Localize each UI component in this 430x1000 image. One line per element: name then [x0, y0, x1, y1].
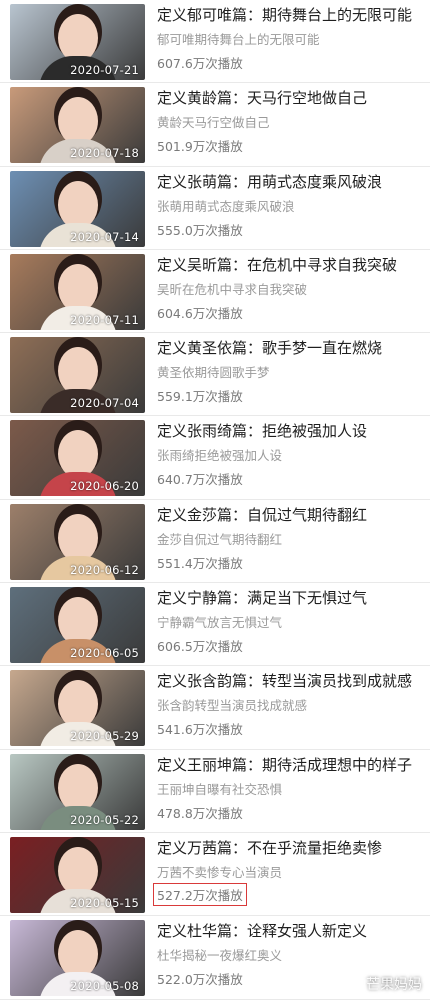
- video-subtitle: 郁可唯期待舞台上的无限可能: [157, 32, 320, 47]
- watermark: 芒果妈妈: [366, 977, 422, 993]
- person-head-icon: [57, 930, 98, 979]
- video-title[interactable]: 定义黄龄篇：天马行空地做自己: [157, 87, 426, 108]
- video-title[interactable]: 定义万茜篇：不在乎流量拒绝卖惨: [157, 837, 426, 858]
- upload-date: 2020-05-29: [70, 729, 139, 744]
- video-thumbnail[interactable]: 2020-07-18: [10, 87, 145, 164]
- view-count: 527.2万次播放: [153, 882, 247, 906]
- video-title[interactable]: 定义张萌篇：用萌式态度乘风破浪: [157, 171, 426, 192]
- person-head-icon: [57, 680, 98, 729]
- video-title[interactable]: 定义王丽坤篇：期待活成理想中的样子: [157, 754, 426, 775]
- video-subtitle: 万茜不卖惨专心当演员: [157, 864, 283, 880]
- list-item[interactable]: 2020-05-15 定义万茜篇：不在乎流量拒绝卖惨万茜不卖惨专心当演员 527.2…: [0, 833, 430, 917]
- list-item[interactable]: 2020-07-21 定义郁可唯篇：期待舞台上的无限可能郁可唯期待舞台上的无限可能…: [0, 0, 430, 84]
- video-subtitle: 张含韵转型当演员找成就感: [157, 698, 308, 714]
- upload-date: 2020-07-21: [70, 63, 139, 77]
- list-item[interactable]: 2020-06-20 定义张雨绮篇：拒绝被强加人设张雨绮拒绝被强加人设 640.7万…: [0, 416, 430, 500]
- upload-date: 2020-06-12: [70, 562, 139, 577]
- video-thumbnail[interactable]: 2020-06-20: [10, 420, 145, 497]
- video-subtitle: 宁静霸气放言无惧过气: [157, 615, 283, 631]
- view-count: 551.4万次播放: [157, 555, 243, 571]
- video-thumbnail[interactable]: 2020-06-05: [10, 587, 145, 664]
- list-item[interactable]: 2020-07-14 定义张萌篇：用萌式态度乘风破浪张萌用萌式态度乘风破浪 555.…: [0, 167, 430, 250]
- video-thumbnail[interactable]: 2020-05-15: [10, 836, 145, 913]
- upload-date: 2020-07-14: [70, 229, 139, 244]
- upload-date: 2020-06-20: [70, 479, 139, 494]
- video-thumbnail[interactable]: 2020-07-14: [10, 170, 145, 247]
- view-count: 640.7万次播放: [157, 472, 243, 488]
- upload-date: 2020-07-18: [70, 146, 139, 161]
- video-subtitle: 张雨绮拒绝被强加人设: [157, 448, 283, 464]
- video-subtitle: 吴昕在危机中寻求自我突破: [157, 281, 308, 297]
- view-count: 541.6万次播放: [157, 722, 243, 738]
- view-count: 501.9万次播放: [157, 139, 243, 155]
- video-subtitle: 金莎自侃过气期待翻红: [157, 531, 283, 547]
- list-item[interactable]: 2020-06-05 定义宁静篇：满足当下无惧过气宁静霸气放言无惧过气 606.5万…: [0, 583, 430, 667]
- upload-date: 2020-07-11: [70, 312, 139, 327]
- person-head-icon: [57, 597, 98, 646]
- person-head-icon: [57, 263, 98, 312]
- person-head-icon: [57, 513, 98, 562]
- video-subtitle: 张萌用萌式态度乘风破浪: [157, 198, 295, 214]
- person-head-icon: [57, 180, 98, 229]
- list-item[interactable]: 2020-06-12 定义金莎篇：自侃过气期待翻红金莎自侃过气期待翻红 551.4万…: [0, 500, 430, 584]
- video-thumbnail[interactable]: 2020-07-21: [10, 4, 145, 80]
- video-title[interactable]: 定义郁可唯篇：期待舞台上的无限可能: [157, 4, 426, 25]
- video-subtitle: 杜华揭秘一夜爆红奥义: [157, 948, 283, 964]
- video-subtitle: 黄龄天马行空做自己: [157, 115, 270, 131]
- upload-date: 2020-07-04: [70, 396, 139, 411]
- list-item[interactable]: 2020-07-04 定义黄圣依篇：歌手梦一直在燃烧黄圣依期待圆歌手梦 559.1万…: [0, 333, 430, 417]
- person-head-icon: [57, 846, 98, 895]
- video-thumbnail[interactable]: 2020-06-12: [10, 503, 145, 580]
- video-title[interactable]: 定义宁静篇：满足当下无惧过气: [157, 587, 426, 608]
- view-count: 607.6万次播放: [157, 56, 243, 71]
- video-title[interactable]: 定义张雨绮篇：拒绝被强加人设: [157, 420, 426, 441]
- video-title[interactable]: 定义金莎篇：自侃过气期待翻红: [157, 504, 426, 525]
- video-thumbnail[interactable]: 2020-07-04: [10, 337, 145, 414]
- video-title[interactable]: 定义张含韵篇：转型当演员找到成就感: [157, 670, 426, 691]
- person-head-icon: [57, 763, 98, 812]
- video-thumbnail[interactable]: 2020-05-22: [10, 753, 145, 830]
- person-head-icon: [57, 97, 98, 146]
- video-thumbnail[interactable]: 2020-07-11: [10, 253, 145, 330]
- upload-date: 2020-05-22: [70, 812, 139, 827]
- view-count: 555.0万次播放: [157, 222, 243, 238]
- video-subtitle: 王丽坤自曝有社交恐惧: [157, 781, 283, 797]
- video-title[interactable]: 定义吴昕篇：在危机中寻求自我突破: [157, 254, 426, 275]
- list-item[interactable]: 2020-05-22 定义王丽坤篇：期待活成理想中的样子王丽坤自曝有社交恐惧 478…: [0, 750, 430, 833]
- view-count: 559.1万次播放: [157, 389, 243, 405]
- video-title[interactable]: 定义黄圣依篇：歌手梦一直在燃烧: [157, 337, 426, 358]
- list-item[interactable]: 2020-05-29 定义张含韵篇：转型当演员找到成就感张含韵转型当演员找成就感 5…: [0, 666, 430, 750]
- person-head-icon: [57, 14, 98, 62]
- video-thumbnail[interactable]: 2020-05-08: [10, 920, 145, 997]
- upload-date: 2020-06-05: [70, 646, 139, 661]
- view-count: 604.6万次播放: [157, 305, 243, 321]
- list-item[interactable]: 2020-07-11 定义吴昕篇：在危机中寻求自我突破吴昕在危机中寻求自我突破 60…: [0, 250, 430, 334]
- list-item[interactable]: 2020-07-18 定义黄龄篇：天马行空地做自己黄龄天马行空做自己 501.9万次…: [0, 83, 430, 167]
- video-subtitle: 黄圣依期待圆歌手梦: [157, 365, 270, 381]
- view-count: 478.8万次播放: [157, 805, 243, 821]
- upload-date: 2020-05-08: [70, 979, 139, 994]
- video-list: 2020-07-21 定义郁可唯篇：期待舞台上的无限可能郁可唯期待舞台上的无限可能…: [0, 0, 430, 1000]
- upload-date: 2020-05-15: [70, 895, 139, 910]
- video-title[interactable]: 定义杜华篇：诠释女强人新定义: [157, 920, 426, 941]
- view-count: 606.5万次播放: [157, 639, 243, 655]
- video-thumbnail[interactable]: 2020-05-29: [10, 670, 145, 747]
- person-head-icon: [57, 430, 98, 479]
- view-count: 522.0万次播放: [157, 972, 243, 988]
- person-head-icon: [57, 347, 98, 396]
